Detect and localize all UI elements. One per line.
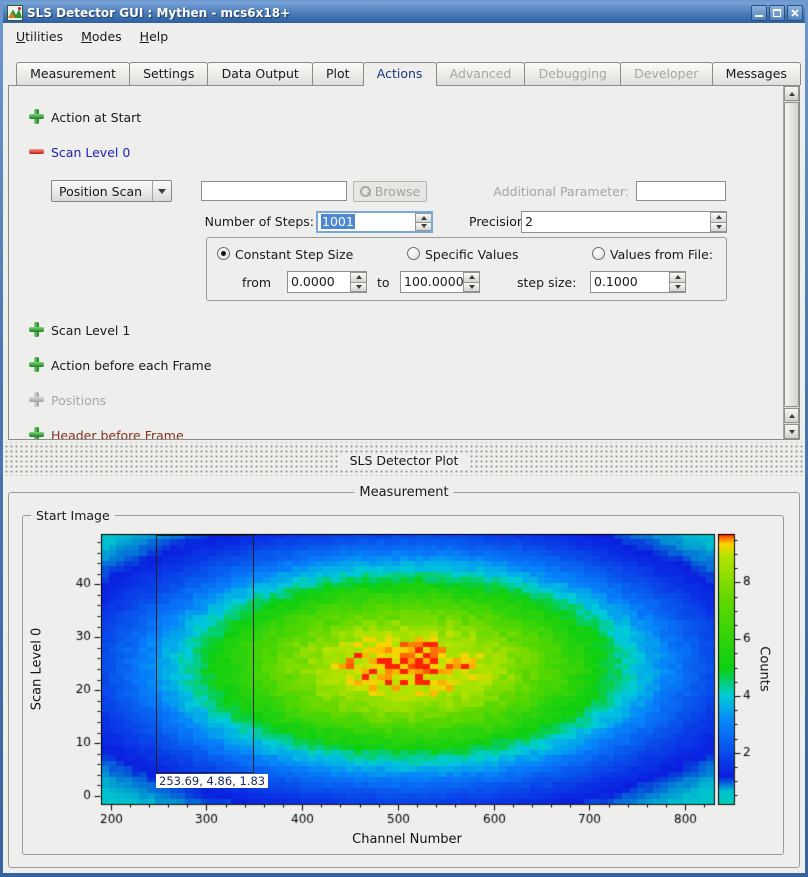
tab-actions[interactable]: Actions	[363, 62, 437, 86]
menu-help[interactable]: Help	[131, 26, 178, 47]
step-size-value[interactable]: 0.1000	[594, 274, 638, 289]
step-size-groupbox: Constant Step Size Specific Values Value…	[206, 237, 727, 301]
plot-panel: Measurement Start Image Scan Level 0 Cha…	[3, 476, 805, 873]
close-button[interactable]	[787, 5, 803, 21]
chevron-down-icon[interactable]	[152, 181, 171, 201]
expand-plus-icon[interactable]	[29, 427, 44, 440]
from-value[interactable]: 0.0000	[291, 274, 335, 289]
radio-constant-step-size-label: Constant Step Size	[235, 247, 353, 262]
tab-measurement[interactable]: Measurement	[16, 62, 130, 85]
expand-plus-icon[interactable]	[29, 357, 44, 372]
splitter-handle[interactable]: SLS Detector Plot	[3, 442, 805, 476]
spin-up-button[interactable]	[710, 212, 726, 223]
plot-area: Scan Level 0 Channel Number Counts 253.6…	[23, 516, 783, 854]
measurement-groupbox-title: Measurement	[354, 485, 453, 500]
action-item-label: Scan Level 1	[51, 323, 130, 338]
tab-messages[interactable]: Messages	[712, 62, 802, 85]
scan-script-input[interactable]	[201, 181, 347, 201]
spin-down-button[interactable]	[669, 283, 685, 293]
actions-tab-panel: Action at Start Scan Level 0 Position Sc…	[8, 85, 800, 440]
menu-utilities[interactable]: Utilities	[7, 26, 72, 47]
measurement-groupbox: Measurement Start Image Scan Level 0 Cha…	[8, 492, 800, 868]
titlebar[interactable]: SLS Detector GUI : Mythen - mcs6x18+	[3, 2, 805, 23]
scroll-up-button-bottom[interactable]	[784, 408, 799, 423]
action-item-label: Action at Start	[51, 110, 141, 125]
browse-folder-icon	[360, 186, 371, 197]
axes-canvas	[23, 516, 785, 856]
maximize-button[interactable]	[769, 5, 785, 21]
action-item-label: Positions	[51, 393, 106, 408]
from-spinbox[interactable]: 0.0000	[287, 271, 367, 293]
spin-up-button[interactable]	[669, 272, 685, 283]
additional-parameter-label: Additional Parameter:	[469, 184, 629, 199]
precision-label: Precision:	[464, 214, 529, 229]
spin-up-button[interactable]	[350, 272, 366, 283]
additional-parameter-input[interactable]	[636, 181, 726, 201]
expand-plus-icon[interactable]	[29, 109, 44, 124]
action-item-label: Action before each Frame	[51, 358, 211, 373]
scroll-thumb[interactable]	[784, 102, 799, 407]
radio-specific-values-label: Specific Values	[425, 247, 518, 262]
scan-mode-value: Position Scan	[52, 184, 152, 199]
browse-button-label: Browse	[375, 184, 421, 199]
expand-plus-icon[interactable]	[29, 322, 44, 337]
to-label: to	[377, 275, 390, 290]
precision-spinbox[interactable]: 2	[521, 211, 727, 233]
x-axis-title: Channel Number	[352, 832, 462, 847]
action-item-label: Header before Frame	[51, 428, 184, 440]
plot-dock-title: SLS Detector Plot	[338, 453, 471, 468]
scan-mode-combobox[interactable]: Position Scan	[51, 180, 172, 202]
spin-up-button[interactable]	[415, 213, 431, 223]
collapse-minus-icon[interactable]	[29, 144, 44, 159]
tab-debugging: Debugging	[524, 62, 621, 85]
app-window: SLS Detector GUI : Mythen - mcs6x18+ Uti…	[0, 0, 808, 877]
precision-value[interactable]: 2	[525, 214, 533, 229]
expand-plus-icon	[29, 392, 44, 407]
tab-plot[interactable]: Plot	[312, 62, 364, 85]
number-of-steps-value[interactable]: 1001	[321, 214, 355, 229]
spin-down-button[interactable]	[463, 283, 479, 293]
minimize-button[interactable]	[751, 5, 767, 21]
menu-modes[interactable]: Modes	[72, 26, 131, 47]
tab-developer: Developer	[620, 62, 712, 85]
radio-specific-values[interactable]	[407, 247, 420, 260]
tab-advanced: Advanced	[436, 62, 526, 85]
scroll-up-button[interactable]	[784, 86, 799, 101]
action-item-label: Scan Level 0	[51, 145, 130, 160]
tab-data-output[interactable]: Data Output	[207, 62, 312, 85]
radio-values-from-file[interactable]	[592, 247, 605, 260]
to-spinbox[interactable]: 100.0000	[400, 271, 480, 293]
spin-up-button[interactable]	[463, 272, 479, 283]
number-of-steps-spinbox[interactable]: 1001	[316, 211, 433, 233]
cursor-position-tooltip: 253.69, 4.86, 1.83	[156, 774, 268, 788]
step-size-spinbox[interactable]: 0.1000	[590, 271, 686, 293]
to-value[interactable]: 100.0000	[404, 274, 464, 289]
y-axis-title: Scan Level 0	[30, 628, 45, 710]
scroll-down-button[interactable]	[784, 424, 799, 439]
app-icon	[7, 5, 23, 21]
radio-constant-step-size[interactable]	[217, 247, 230, 260]
zoom-selection-rect	[156, 535, 254, 773]
step-size-label: step size:	[517, 275, 576, 290]
radio-values-from-file-label: Values from File:	[610, 247, 713, 262]
spin-down-button[interactable]	[350, 283, 366, 293]
spin-down-button[interactable]	[710, 223, 726, 233]
vertical-scrollbar[interactable]	[783, 86, 799, 439]
from-label: from	[242, 275, 271, 290]
colorbar-title: Counts	[757, 646, 772, 691]
start-image-groupbox: Start Image Scan Level 0 Channel Number …	[22, 515, 784, 855]
browse-button: Browse	[353, 181, 427, 202]
number-of-steps-label: Number of Steps:	[189, 214, 314, 229]
window-title: SLS Detector GUI : Mythen - mcs6x18+	[27, 6, 751, 20]
tab-settings[interactable]: Settings	[129, 62, 208, 85]
tab-bar: MeasurementSettingsData OutputPlotAction…	[16, 62, 800, 85]
spin-down-button[interactable]	[415, 223, 431, 232]
menubar: UtilitiesModesHelp	[3, 23, 805, 49]
